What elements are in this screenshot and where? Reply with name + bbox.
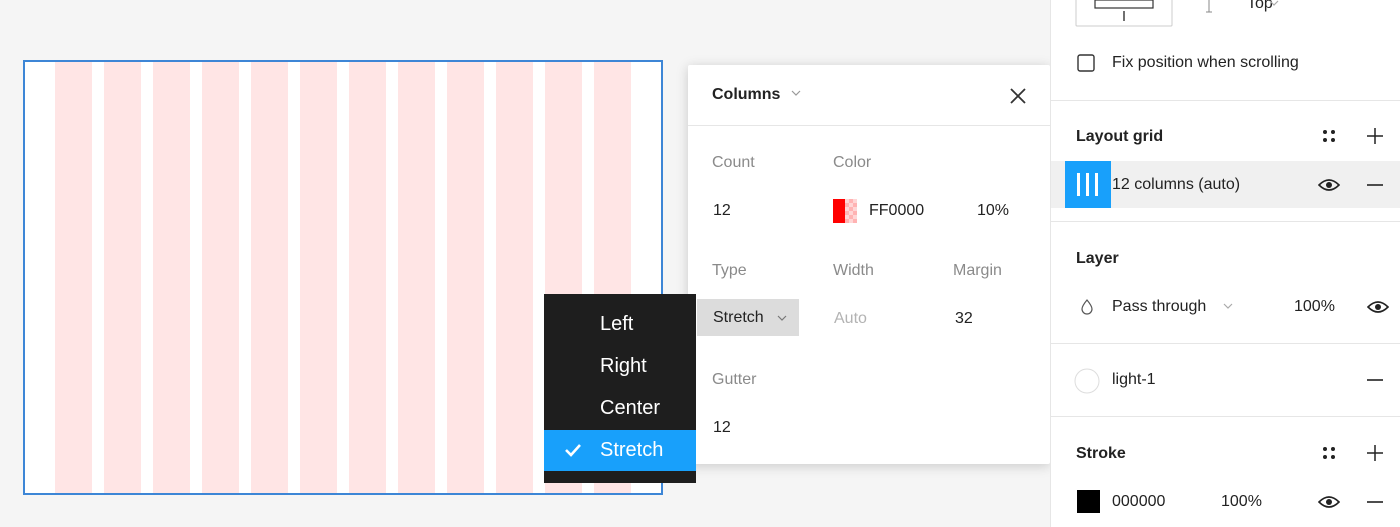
- count-input[interactable]: 12: [713, 202, 731, 220]
- chevron-down-icon[interactable]: [790, 87, 802, 99]
- grid-column: [349, 62, 386, 493]
- stroke-opacity-input[interactable]: 100%: [1221, 493, 1262, 511]
- divider: [1051, 221, 1400, 222]
- add-icon[interactable]: [1365, 443, 1385, 463]
- blend-mode-icon: [1081, 299, 1093, 315]
- grid-styles-icon[interactable]: [1321, 128, 1337, 144]
- menu-item-left[interactable]: Left: [544, 304, 696, 345]
- stroke-color-swatch[interactable]: [1077, 490, 1100, 513]
- swatch-transparent: [845, 199, 857, 223]
- popover-header: Columns: [688, 65, 1050, 126]
- columns-popover: Columns Count Color 12 FF0000 10% Type W…: [688, 65, 1050, 464]
- grid-column: [496, 62, 533, 493]
- color-hex-input[interactable]: FF0000: [869, 202, 924, 220]
- columns-grid-icon[interactable]: [1065, 161, 1111, 208]
- grid-column: [202, 62, 239, 493]
- layer-title: Layer: [1076, 250, 1119, 267]
- grid-column: [251, 62, 288, 493]
- stroke-styles-icon[interactable]: [1321, 445, 1337, 461]
- close-icon[interactable]: [1006, 84, 1030, 108]
- divider: [1051, 343, 1400, 344]
- menu-item-label: Left: [600, 313, 634, 335]
- grid-column: [447, 62, 484, 493]
- stroke-title: Stroke: [1076, 445, 1126, 462]
- grid-column: [300, 62, 337, 493]
- chevron-down-icon[interactable]: [1269, 0, 1279, 8]
- menu-item-label: Right: [600, 355, 647, 377]
- style-swatch-icon[interactable]: [1074, 368, 1100, 394]
- stroke-color-hex-input[interactable]: 000000: [1112, 493, 1165, 511]
- menu-item-label: Center: [600, 397, 661, 419]
- menu-item-label: Stretch: [600, 439, 664, 461]
- type-label: Type: [712, 262, 747, 279]
- grid-column: [104, 62, 141, 493]
- fill-style-name[interactable]: light-1: [1112, 371, 1156, 389]
- checkmark-icon: [565, 444, 581, 457]
- eye-icon[interactable]: [1318, 494, 1340, 510]
- width-label: Width: [833, 262, 874, 279]
- properties-panel: Top Fix position when scrolling Layout g…: [1050, 0, 1400, 527]
- eye-icon[interactable]: [1367, 299, 1389, 315]
- popover-title[interactable]: Columns: [712, 86, 780, 104]
- gutter-label: Gutter: [712, 371, 757, 388]
- grid-column: [398, 62, 435, 493]
- eye-icon[interactable]: [1318, 177, 1340, 193]
- grid-column: [153, 62, 190, 493]
- fix-position-checkbox[interactable]: [1077, 54, 1095, 72]
- menu-item-right[interactable]: Right: [544, 346, 696, 387]
- vertical-constraint-icon: [1206, 0, 1212, 13]
- fix-position-label: Fix position when scrolling: [1112, 54, 1299, 71]
- width-input[interactable]: Auto: [834, 310, 867, 328]
- type-select-value: Stretch: [713, 309, 764, 326]
- margin-input[interactable]: 32: [955, 310, 973, 328]
- color-label: Color: [833, 154, 872, 171]
- swatch-solid: [833, 199, 845, 223]
- color-opacity-input[interactable]: 10%: [977, 202, 1009, 220]
- grid-column: [55, 62, 92, 493]
- type-dropdown-menu: Left Right Center Stretch: [544, 294, 696, 483]
- divider: [1051, 100, 1400, 101]
- layer-opacity-input[interactable]: 100%: [1294, 298, 1335, 316]
- margin-label: Margin: [953, 262, 1002, 279]
- menu-item-center[interactable]: Center: [544, 388, 696, 429]
- layout-grid-label: 12 columns (auto): [1112, 176, 1241, 193]
- chevron-down-icon[interactable]: [1223, 303, 1233, 311]
- menu-item-stretch[interactable]: Stretch: [544, 430, 696, 471]
- divider: [1051, 416, 1400, 417]
- layout-grid-title: Layout grid: [1076, 128, 1164, 145]
- remove-icon[interactable]: [1367, 500, 1383, 504]
- chevron-down-icon: [777, 315, 787, 321]
- add-icon[interactable]: [1365, 126, 1385, 146]
- constraint-widget[interactable]: [1075, 0, 1173, 27]
- color-swatch[interactable]: [833, 199, 857, 223]
- remove-icon[interactable]: [1367, 378, 1383, 382]
- remove-icon[interactable]: [1367, 183, 1383, 187]
- gutter-input[interactable]: 12: [713, 419, 731, 437]
- count-label: Count: [712, 154, 755, 171]
- type-select[interactable]: Stretch: [697, 299, 799, 336]
- blend-mode-select[interactable]: Pass through: [1112, 298, 1206, 316]
